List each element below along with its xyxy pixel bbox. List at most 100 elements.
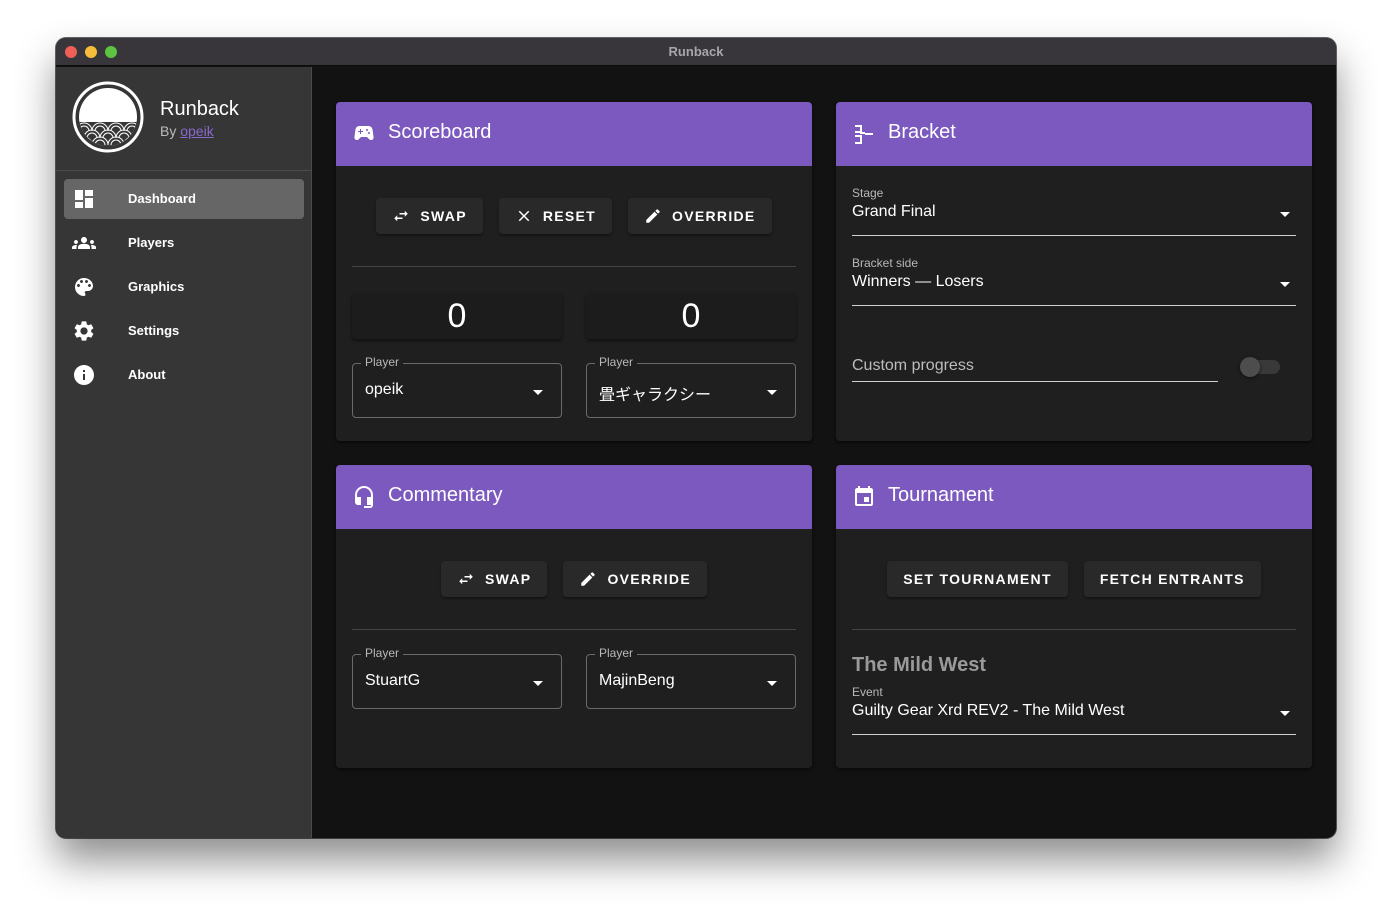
tournament-actions: SET TOURNAMENT FETCH ENTRANTS	[836, 561, 1312, 597]
sidebar-item-about[interactable]: About	[64, 355, 304, 395]
sidebar-item-label: Players	[128, 235, 175, 250]
commentator1-select[interactable]: Player StuartG	[352, 646, 562, 709]
toggle-thumb	[1240, 357, 1260, 377]
stage-label: Stage	[852, 186, 884, 200]
sidebar-item-players[interactable]: Players	[64, 223, 304, 263]
gamepad-icon	[354, 126, 374, 140]
calendar-icon	[855, 486, 873, 506]
sidebar-item-dashboard[interactable]: Dashboard	[64, 179, 304, 219]
brand-header: Runback By opeik	[56, 67, 311, 171]
sidebar: Runback By opeik Dashboard Players Graph…	[56, 67, 312, 838]
window-title: Runback	[668, 44, 724, 59]
custom-progress-placeholder: Custom progress	[852, 357, 974, 374]
swap-label: SWAP	[420, 208, 467, 224]
app-window: Runback Runback By opeik Dashboard Playe…	[56, 38, 1336, 838]
chevron-down-icon	[1280, 282, 1290, 287]
bracket-side-select[interactable]: Bracket side Winners — Losers	[852, 256, 1296, 306]
player2-select[interactable]: Player 畳ギャラクシー	[586, 355, 796, 418]
sidebar-item-label: About	[128, 367, 166, 382]
runback-logo-icon	[72, 81, 144, 153]
stage-select[interactable]: Stage Grand Final	[852, 186, 1296, 236]
sidebar-item-label: Graphics	[128, 279, 185, 294]
sidebar-item-settings[interactable]: Settings	[64, 311, 304, 351]
commentator2-select-label: Player	[595, 646, 638, 660]
close-icon	[518, 210, 530, 222]
gear-icon	[74, 321, 94, 341]
by-prefix: By	[160, 123, 177, 139]
tournament-card: Tournament SET TOURNAMENT FETCH ENTRANTS…	[836, 465, 1312, 768]
title-bar: Runback	[56, 38, 1336, 66]
chevron-down-icon	[533, 681, 543, 686]
app-name: Runback	[160, 98, 239, 120]
sidebar-nav: Dashboard Players Graphics Settings Abou…	[64, 179, 304, 399]
chevron-down-icon	[533, 390, 543, 395]
player2-select-label: Player	[595, 355, 638, 369]
main-content: Scoreboard SWAP RESET OVERRIDE 0 0 Playe…	[312, 67, 1336, 838]
commentary-card: Commentary SWAP OVERRIDE Player StuartG	[336, 465, 812, 768]
pencil-icon	[646, 209, 660, 223]
scoreboard-reset-button[interactable]: RESET	[498, 198, 613, 234]
commentary-header: Commentary	[336, 465, 812, 529]
tournament-header: Tournament	[836, 465, 1312, 529]
scoreboard-actions: SWAP RESET OVERRIDE	[336, 198, 812, 234]
player2-score[interactable]: 0	[586, 293, 796, 339]
swap-icon	[459, 573, 473, 585]
custom-progress-toggle[interactable]	[1240, 354, 1280, 378]
author-link[interactable]: opeik	[180, 123, 213, 139]
bracket-title: Bracket	[888, 121, 956, 143]
divider	[352, 266, 796, 267]
pencil-icon	[581, 572, 596, 586]
sidebar-item-graphics[interactable]: Graphics	[64, 267, 304, 307]
event-label: Event	[852, 685, 883, 699]
author-line: By opeik	[160, 123, 214, 139]
swap-icon	[394, 210, 409, 222]
bracket-side-label: Bracket side	[852, 256, 919, 270]
commentator2-select-value: MajinBeng	[599, 672, 675, 689]
divider	[852, 629, 1296, 630]
commentary-actions: SWAP OVERRIDE	[336, 561, 812, 597]
people-icon	[72, 237, 96, 249]
bracket-header: Bracket	[836, 102, 1312, 166]
commentator1-select-label: Player	[361, 646, 404, 660]
bracket-side-value: Winners — Losers	[852, 273, 984, 290]
scoreboard-card: Scoreboard SWAP RESET OVERRIDE 0 0 Playe…	[336, 102, 812, 441]
bracket-icon	[855, 125, 873, 144]
divider	[352, 629, 796, 630]
chevron-down-icon	[1280, 711, 1290, 716]
commentator1-select-value: StuartG	[365, 672, 421, 689]
commentary-swap-button[interactable]: SWAP	[441, 561, 548, 597]
commentary-title: Commentary	[388, 484, 503, 506]
player1-select[interactable]: Player opeik	[352, 355, 562, 418]
dashboard-icon	[75, 190, 93, 208]
set-tournament-button[interactable]: SET TOURNAMENT	[887, 561, 1068, 597]
chevron-down-icon	[767, 681, 777, 686]
commentator2-select[interactable]: Player MajinBeng	[586, 646, 796, 709]
sidebar-item-label: Settings	[128, 323, 180, 338]
scoreboard-override-button[interactable]: OVERRIDE	[628, 198, 772, 234]
fetch-entrants-button[interactable]: FETCH ENTRANTS	[1083, 561, 1261, 597]
scoreboard-header: Scoreboard	[336, 102, 812, 166]
override-label: OVERRIDE	[672, 208, 756, 224]
override-label: OVERRIDE	[607, 571, 691, 587]
stage-value: Grand Final	[852, 203, 936, 220]
commentary-override-button[interactable]: OVERRIDE	[563, 561, 707, 597]
event-select[interactable]: Event Guilty Gear Xrd REV2 - The Mild We…	[852, 685, 1296, 735]
player2-select-value: 畳ギャラクシー	[599, 387, 712, 404]
chevron-down-icon	[1280, 212, 1290, 217]
headset-icon	[355, 486, 373, 508]
swap-label: SWAP	[485, 571, 532, 587]
chevron-down-icon	[767, 390, 777, 395]
event-value: Guilty Gear Xrd REV2 - The Mild West	[852, 702, 1125, 719]
scoreboard-title: Scoreboard	[388, 121, 492, 143]
custom-progress-input[interactable]: Custom progress	[852, 352, 1218, 382]
info-icon	[74, 365, 94, 385]
bracket-card: Bracket Stage Grand Final Bracket side W…	[836, 102, 1312, 441]
player1-select-label: Player	[361, 355, 404, 369]
player1-score[interactable]: 0	[352, 293, 562, 339]
sidebar-item-label: Dashboard	[128, 191, 196, 206]
player1-select-value: opeik	[365, 381, 404, 398]
tournament-title: Tournament	[888, 484, 994, 506]
scoreboard-swap-button[interactable]: SWAP	[376, 198, 483, 234]
reset-label: RESET	[542, 208, 597, 224]
tournament-name: The Mild West	[852, 654, 987, 676]
